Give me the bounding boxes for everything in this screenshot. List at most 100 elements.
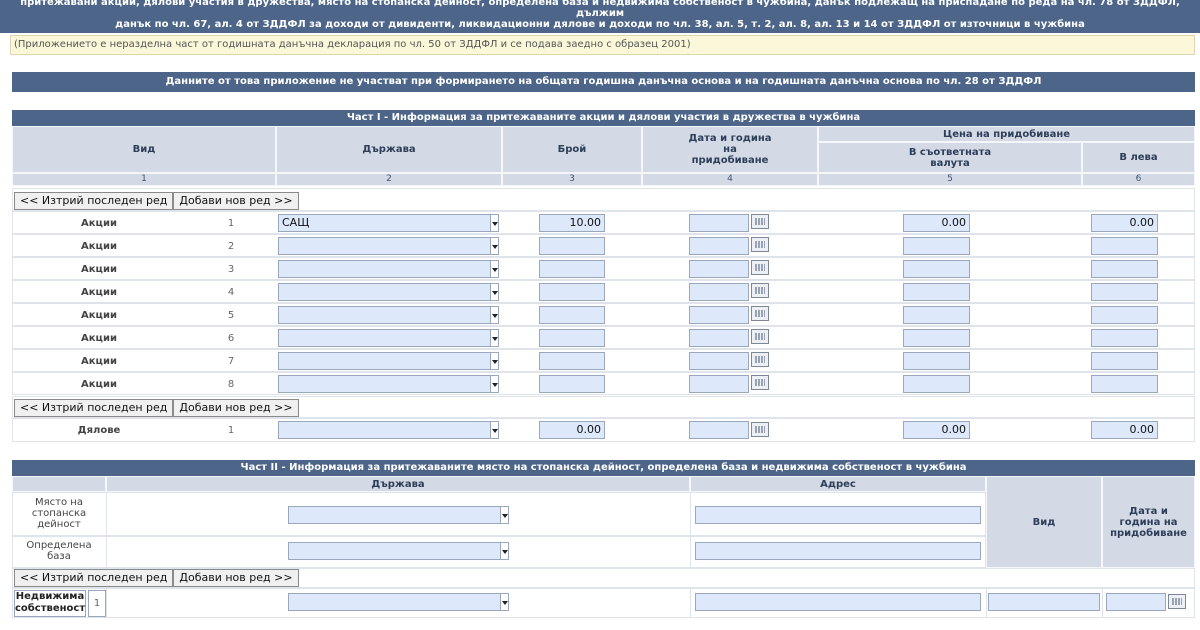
part2-col-header-country: Държава [106,476,690,492]
date-input[interactable] [1106,593,1166,611]
add-new-row-button[interactable]: Добави нов ред >> [173,569,299,587]
count-input[interactable] [539,329,605,347]
count-input[interactable] [539,260,605,278]
form-note: (Приложението е неразделна част от годиш… [10,35,1195,55]
part1-title: Част I - Информация за притежаваните акц… [12,110,1195,126]
col-number-2: 2 [276,173,502,186]
info-banner: Данните от това приложение не участват п… [12,72,1195,92]
address-input[interactable] [695,593,981,611]
calendar-icon[interactable] [751,375,769,390]
add-new-row-button[interactable]: Добави нов ред >> [173,399,299,417]
count-input[interactable]: 0.00 [539,421,605,439]
row-index-share: 4 [227,287,235,298]
col-number-1: 1 [12,173,276,186]
leva-input[interactable] [1091,306,1158,324]
count-input[interactable] [539,352,605,370]
calendar-icon[interactable] [1168,594,1186,609]
add-new-row-button[interactable]: Добави нов ред >> [173,192,299,210]
calendar-icon[interactable] [751,214,769,229]
row-label-share: Акции [81,241,117,252]
currency-input[interactable] [903,329,970,347]
delete-last-row-button[interactable]: << Изтрий последен ред [14,399,174,417]
chevron-down-icon [490,330,498,346]
currency-input[interactable] [903,260,970,278]
date-input[interactable] [689,237,749,255]
vid-input[interactable] [988,593,1100,611]
row-index-stake: 1 [227,425,235,436]
currency-input[interactable] [903,352,970,370]
country-select[interactable] [278,421,499,439]
calendar-icon[interactable] [751,260,769,275]
date-input[interactable] [689,306,749,324]
row-label-share: Акции [81,356,117,367]
country-select[interactable] [278,352,499,370]
country-select[interactable] [288,506,509,524]
leva-input[interactable]: 0.00 [1091,421,1158,439]
leva-input[interactable] [1091,329,1158,347]
chevron-down-icon [500,507,508,523]
date-input[interactable] [689,329,749,347]
calendar-icon[interactable] [751,283,769,298]
calendar-icon[interactable] [751,329,769,344]
leva-input[interactable] [1091,375,1158,393]
chevron-down-icon [490,376,498,392]
country-select[interactable] [288,593,509,611]
country-select[interactable] [278,260,499,278]
calendar-icon[interactable] [751,352,769,367]
delete-last-row-button[interactable]: << Изтрий последен ред [14,192,174,210]
calendar-icon[interactable] [751,422,769,437]
country-select[interactable]: САЩ [278,214,499,232]
col-header-vid: Вид [12,126,276,173]
leva-input[interactable] [1091,352,1158,370]
currency-input[interactable] [903,306,970,324]
leva-input[interactable] [1091,283,1158,301]
form-title-line1: притежавани акции, дялови участия в друж… [20,0,1180,19]
currency-input[interactable]: 0.00 [903,214,970,232]
count-input[interactable] [539,283,605,301]
country-select-value: САЩ [282,216,310,229]
chevron-down-icon [490,238,498,254]
col-header-country: Държава [276,126,502,173]
row-label-share: Акции [81,333,117,344]
count-input[interactable] [539,375,605,393]
date-input[interactable] [689,214,749,232]
leva-input[interactable]: 0.00 [1091,214,1158,232]
address-input[interactable] [695,542,981,560]
currency-input[interactable] [903,237,970,255]
row-index-share: 1 [227,218,235,229]
date-input[interactable] [689,421,749,439]
currency-input[interactable] [903,283,970,301]
col-header-leva: В лева [1082,142,1195,173]
address-input[interactable] [695,506,981,524]
currency-input[interactable]: 0.00 [903,421,970,439]
date-input[interactable] [689,283,749,301]
leva-input[interactable] [1091,260,1158,278]
date-input[interactable] [689,375,749,393]
country-select[interactable] [288,542,509,560]
calendar-icon[interactable] [751,237,769,252]
row-index-share: 6 [227,333,235,344]
row-label-share: Акции [81,287,117,298]
date-input[interactable] [689,260,749,278]
count-input[interactable] [539,306,605,324]
count-input[interactable]: 10.00 [539,214,605,232]
delete-last-row-button[interactable]: << Изтрий последен ред [14,569,174,587]
row-label-stake: Дялове [77,425,121,436]
country-select[interactable] [278,283,499,301]
leva-input[interactable] [1091,237,1158,255]
calendar-icon[interactable] [751,306,769,321]
date-input[interactable] [689,352,749,370]
col-header-date-label: Дата и година на придобиване [688,133,772,166]
row-label-property-l2: собственост [15,603,86,614]
chevron-down-icon [490,422,498,438]
country-select[interactable] [278,329,499,347]
country-select[interactable] [278,237,499,255]
part2-col-header-date-label: Дата и година на придобиване [1110,505,1187,539]
col-number-4: 4 [642,173,818,186]
count-input[interactable] [539,237,605,255]
row-label-share: Акции [81,264,117,275]
country-select[interactable] [278,375,499,393]
country-select[interactable] [278,306,499,324]
col-header-price: Цена на придобиване [818,126,1195,142]
currency-input[interactable] [903,375,970,393]
